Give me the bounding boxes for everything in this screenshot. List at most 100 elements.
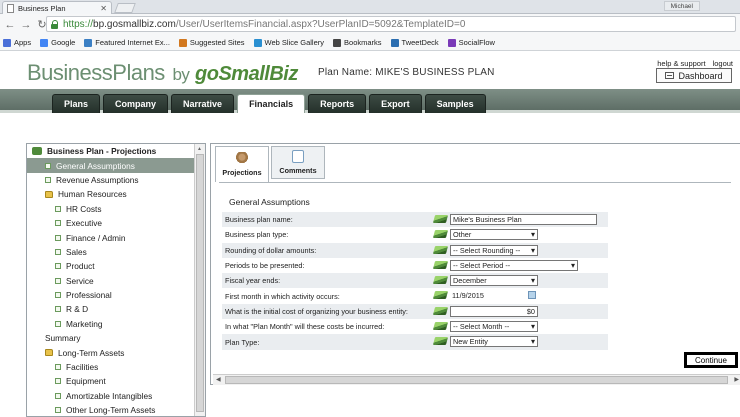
input-what-is-the-initial-cost-of-organizing-your-business-entity[interactable]: $0: [450, 305, 538, 317]
help-support-link[interactable]: help & support: [657, 59, 705, 68]
tree-item-r-d[interactable]: R & D: [27, 302, 195, 316]
edit-pencil-icon[interactable]: [432, 260, 449, 269]
tab-financials[interactable]: Financials: [237, 94, 306, 113]
scroll-left-arrow-icon[interactable]: ◀: [216, 376, 221, 383]
bookmark-label: Featured Internet Ex...: [95, 38, 170, 47]
tree-item-revenue-assumptions[interactable]: Revenue Assumptions: [27, 173, 195, 187]
page-icon: [45, 176, 51, 183]
tree-item-long-term-assets[interactable]: Long-Term Assets: [27, 345, 195, 359]
profile-chip[interactable]: Michael: [663, 1, 700, 11]
tree-item-equipment[interactable]: Equipment: [27, 374, 195, 388]
logout-link[interactable]: logout: [713, 59, 733, 68]
document-icon: [7, 3, 14, 13]
forward-arrow-icon[interactable]: →: [20, 19, 32, 31]
edit-pencil-icon[interactable]: [432, 276, 449, 285]
tree-item-amortizable-intangibles[interactable]: Amortizable Intangibles: [27, 389, 195, 403]
tab-reports[interactable]: Reports: [308, 94, 367, 113]
bookmark-socialflow[interactable]: SocialFlow: [447, 38, 495, 47]
close-icon[interactable]: ✕: [100, 4, 107, 13]
tree-item-sales[interactable]: Sales: [27, 245, 195, 259]
url-text: https://bp.gosmallbiz.com/User/UserItems…: [63, 18, 466, 30]
page-icon: [55, 220, 61, 227]
main-panel: Projections Comments General Assumptions…: [210, 143, 740, 385]
address-bar[interactable]: https://bp.gosmallbiz.com/User/UserItems…: [46, 16, 736, 32]
tree-item-label: Human Resources: [58, 189, 127, 200]
sidebar-scrollbar[interactable]: ▲: [194, 144, 205, 416]
tree-item-human-resources[interactable]: Human Resources: [27, 187, 195, 201]
bookmark-icon: [333, 38, 342, 47]
scroll-thumb[interactable]: [225, 376, 728, 384]
page-icon: [55, 392, 61, 399]
edit-pencil-icon[interactable]: [432, 245, 449, 254]
bookmark-featured-internet-ex[interactable]: Featured Internet Ex...: [84, 38, 170, 47]
tab-projections[interactable]: Projections: [215, 146, 269, 182]
form-row: Business plan name: Mike's Business Plan: [222, 212, 608, 228]
bookmark-suggested-sites[interactable]: Suggested Sites: [178, 38, 245, 47]
tree-item-service[interactable]: Service: [27, 274, 195, 288]
tree-item-other-long-term-assets[interactable]: Other Long-Term Assets: [27, 403, 195, 416]
bookmark-label: Google: [51, 38, 76, 47]
scroll-thumb[interactable]: [196, 154, 204, 412]
tab-comments[interactable]: Comments: [271, 146, 325, 179]
select-in-what-plan-month-will-these-costs-be-incurred[interactable]: -- Select Month --: [450, 321, 538, 333]
main-nav-tabs: Plans Company Narrative Financials Reports Ex…: [52, 94, 486, 113]
select-business-plan-type[interactable]: Other: [450, 229, 538, 241]
tree-item-product[interactable]: Product: [27, 259, 195, 273]
field-label: Plan Type:: [225, 337, 260, 347]
tree-item-general-assumptions[interactable]: General Assumptions: [27, 158, 195, 173]
tab-samples[interactable]: Samples: [424, 94, 486, 113]
bookmark-label: Bookmarks: [344, 38, 382, 47]
browser-tab[interactable]: Business Plan ✕: [2, 1, 112, 14]
edit-pencil-icon[interactable]: [432, 230, 449, 239]
edit-pencil-icon[interactable]: [432, 291, 449, 300]
tree-item-summary[interactable]: Summary: [27, 331, 195, 345]
select-periods-to-be-presented[interactable]: -- Select Period --: [450, 259, 578, 271]
edit-pencil-icon[interactable]: [432, 337, 449, 346]
continue-button[interactable]: Continue: [684, 352, 738, 368]
dashboard-button[interactable]: Dashboard: [656, 68, 732, 83]
tree-item-label: Amortizable Intangibles: [66, 390, 153, 401]
back-arrow-icon[interactable]: ←: [4, 19, 16, 31]
tab-narrative[interactable]: Narrative: [171, 94, 235, 113]
tab-plans[interactable]: Plans: [52, 94, 101, 113]
bookmark-bookmarks[interactable]: Bookmarks: [333, 38, 382, 47]
bookmark-icon: [178, 38, 187, 47]
bookmark-tweetdeck[interactable]: TweetDeck: [390, 38, 439, 47]
tree-item-business-plan-projections[interactable]: Business Plan - Projections: [27, 144, 195, 158]
projections-icon: [236, 152, 248, 165]
scroll-up-arrow-icon[interactable]: ▲: [197, 146, 202, 152]
edit-pencil-icon[interactable]: [432, 322, 449, 331]
horizontal-scrollbar[interactable]: ◀ ▶: [213, 374, 740, 385]
tree-item-label: Finance / Admin: [66, 232, 126, 243]
bookmark-google[interactable]: Google: [40, 38, 75, 47]
field-label: Business plan type:: [225, 230, 289, 240]
input-first-month-in-which-activity-occurs[interactable]: 11/9/2015: [450, 290, 525, 301]
tree-item-hr-costs[interactable]: HR Costs: [27, 202, 195, 216]
bookmark-apps[interactable]: Apps: [3, 38, 31, 47]
tree-item-label: Other Long-Term Assets: [66, 405, 156, 416]
section-title: General Assumptions: [229, 197, 310, 207]
tree-item-marketing[interactable]: Marketing: [27, 317, 195, 331]
form-row: In what "Plan Month" will these costs be…: [222, 319, 608, 334]
calendar-icon[interactable]: [528, 291, 536, 300]
select-fiscal-year-ends[interactable]: December: [450, 275, 538, 287]
tree-item-executive[interactable]: Executive: [27, 216, 195, 230]
edit-pencil-icon[interactable]: [432, 215, 449, 223]
brand-logo[interactable]: BusinessPlans by goSmallBiz: [27, 60, 298, 86]
select-rounding-of-dollar-amounts[interactable]: -- Select Rounding --: [450, 244, 538, 256]
tree-item-label: Facilities: [66, 362, 99, 373]
scroll-right-arrow-icon[interactable]: ▶: [734, 376, 739, 383]
select-plan-type[interactable]: New Entity: [450, 336, 538, 348]
tree-item-finance-admin[interactable]: Finance / Admin: [27, 230, 195, 244]
edit-pencil-icon[interactable]: [432, 306, 449, 315]
tree-item-professional[interactable]: Professional: [27, 288, 195, 302]
input-business-plan-name[interactable]: Mike's Business Plan: [450, 214, 597, 225]
new-tab-button[interactable]: [114, 3, 136, 13]
bookmark-web-slice-gallery[interactable]: Web Slice Gallery: [253, 38, 324, 47]
tree-item-label: Revenue Assumptions: [56, 174, 139, 185]
page-icon: [55, 306, 61, 313]
tab-company[interactable]: Company: [103, 94, 169, 113]
tree-item-label: General Assumptions: [56, 160, 135, 171]
tab-export[interactable]: Export: [369, 94, 422, 113]
tree-item-facilities[interactable]: Facilities: [27, 360, 195, 374]
